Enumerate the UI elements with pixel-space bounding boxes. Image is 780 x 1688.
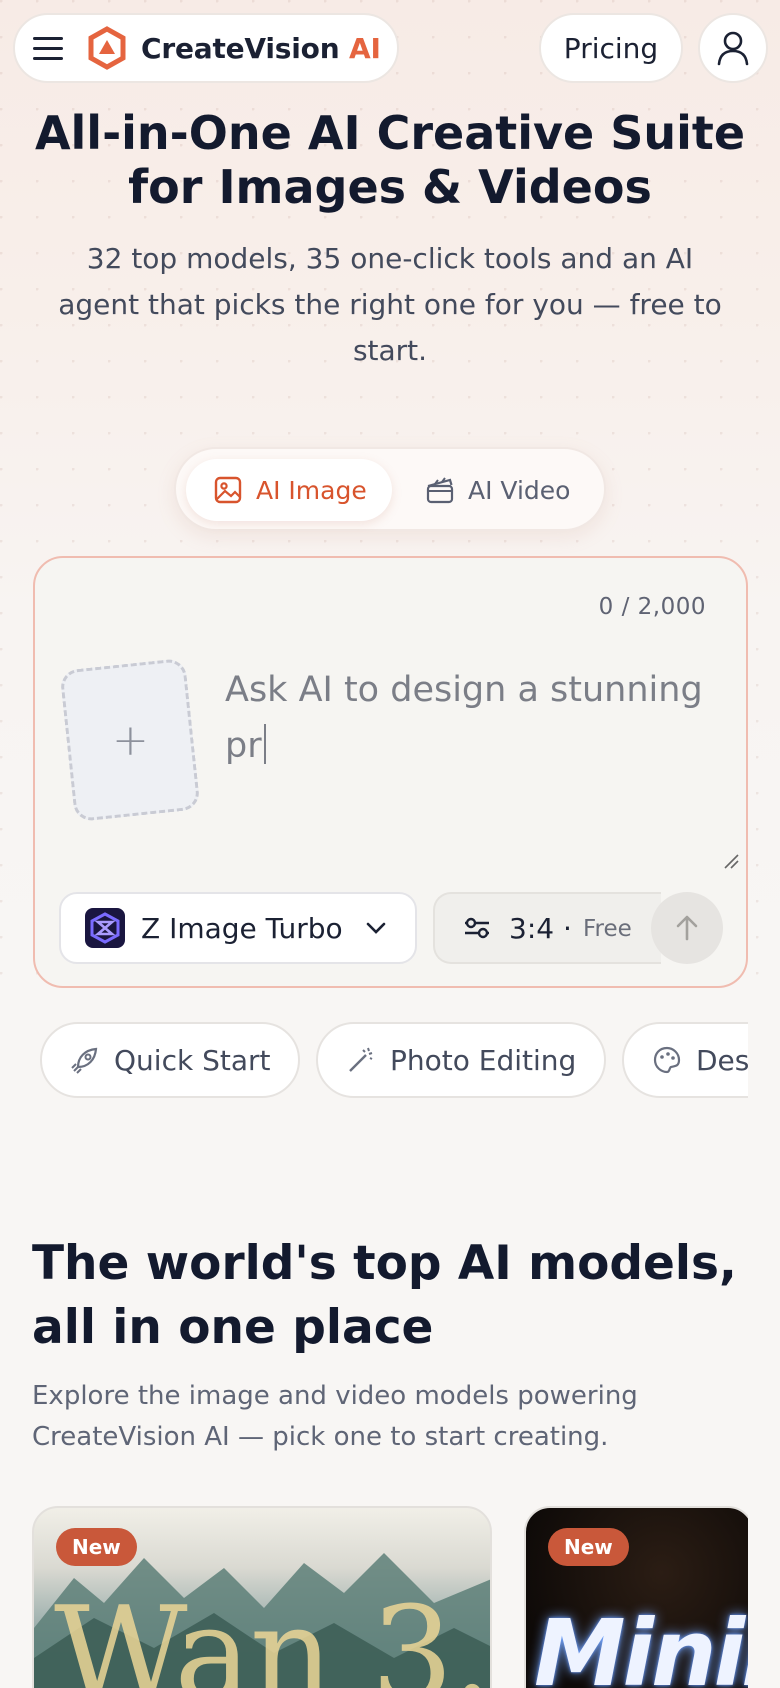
z-image-model-icon (85, 908, 125, 948)
account-button[interactable] (698, 13, 768, 83)
tab-ai-video[interactable]: AI Video (426, 459, 596, 521)
model-card-minimax[interactable]: New MiniM (524, 1506, 748, 1688)
generate-button[interactable] (651, 892, 723, 964)
model-name: Z Image Turbo (141, 911, 343, 945)
chip-design-label: Des (696, 1043, 748, 1077)
character-counter: 0 / 2,000 (598, 594, 706, 620)
minimax-art-text: MiniM (534, 1600, 748, 1688)
models-section-subtitle: Explore the image and video models power… (32, 1381, 638, 1452)
cost-label: Free (583, 916, 632, 942)
user-icon (717, 31, 749, 66)
resize-handle-icon[interactable] (722, 852, 740, 870)
createvision-logo-icon[interactable] (85, 26, 129, 70)
text-caret (263, 724, 266, 764)
model-card-wan[interactable]: New Wan 3.0 (32, 1506, 492, 1688)
chevron-down-icon (366, 922, 385, 934)
prompt-text: Ask AI to design a stunning pr (225, 670, 703, 766)
wan-art-text: Wan 3.0 (54, 1578, 491, 1688)
plus-icon: + (111, 714, 149, 766)
clapperboard-icon (426, 477, 454, 504)
sliders-icon (465, 917, 489, 939)
chip-quick-start-label: Quick Start (114, 1043, 271, 1077)
arrow-up-icon (676, 915, 698, 941)
top-header: CreateVision AI Pricing (0, 0, 780, 96)
brand-name[interactable]: CreateVision AI (141, 32, 381, 65)
model-selector[interactable]: Z Image Turbo (59, 892, 417, 964)
hero-title: All-in-One AI Creative Suite for Images … (34, 106, 746, 214)
chip-design[interactable]: Des (622, 1022, 748, 1098)
brand-name-accent: AI (349, 31, 381, 65)
brand-bar: CreateVision AI (13, 13, 399, 83)
tab-ai-image[interactable]: AI Image (186, 459, 392, 521)
palette-icon (653, 1046, 681, 1074)
pricing-button[interactable]: Pricing (539, 13, 683, 83)
tab-ai-video-label: AI Video (468, 475, 571, 505)
magic-wand-icon (349, 1047, 373, 1072)
new-badge: New (548, 1528, 629, 1566)
chip-quick-start[interactable]: Quick Start (40, 1022, 300, 1098)
mode-switch: AI Image AI Video (174, 447, 606, 531)
quick-tool-chips: Quick Start Photo Editing Des (0, 1022, 748, 1098)
hero-subtitle: 32 top models, 35 one-click tools and an… (58, 242, 722, 367)
chip-photo-editing-label: Photo Editing (390, 1043, 577, 1077)
upload-image-button[interactable]: + (59, 657, 201, 823)
models-section-title: The world's top AI models, all in one pl… (32, 1236, 737, 1355)
brand-name-text: CreateVision (141, 31, 340, 65)
model-cards-carousel: New Wan 3.0 New MiniM (0, 1506, 748, 1688)
prompt-card: 0 / 2,000 + Ask AI to design a stunning … (33, 556, 748, 988)
chip-photo-editing[interactable]: Photo Editing (316, 1022, 606, 1098)
prompt-textarea[interactable]: Ask AI to design a stunning pr (225, 662, 705, 774)
hamburger-menu-icon[interactable] (33, 30, 69, 66)
aspect-ratio-value: 3:4 · (509, 911, 572, 945)
image-icon (214, 476, 242, 504)
new-badge: New (56, 1528, 137, 1566)
rocket-icon (71, 1047, 98, 1074)
tab-ai-image-label: AI Image (256, 475, 367, 505)
